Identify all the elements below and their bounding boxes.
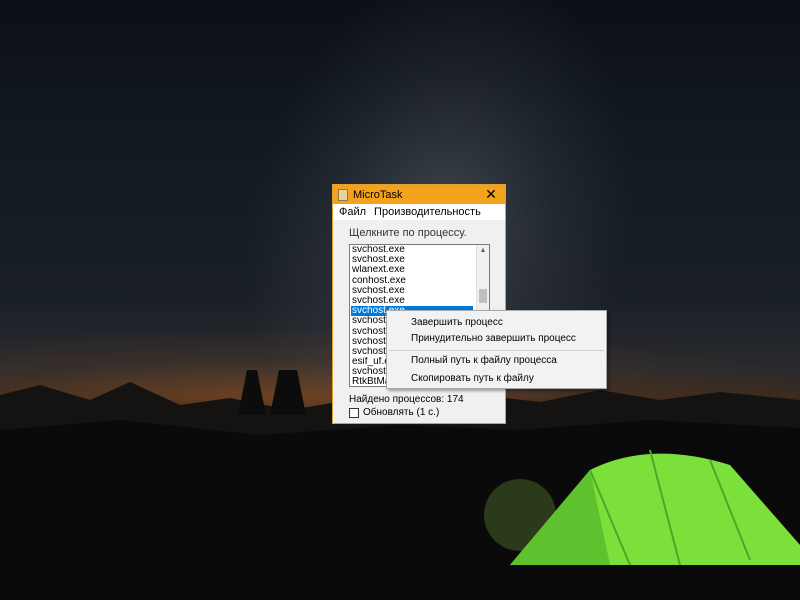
menu-file[interactable]: Файл — [335, 206, 370, 218]
tent-illustration — [484, 449, 800, 566]
process-item[interactable]: svchost.exe — [351, 286, 473, 296]
process-item[interactable]: svchost.exe — [351, 245, 473, 255]
scrollbar-thumb[interactable] — [479, 289, 487, 303]
process-count: Найдено процессов: 174 — [349, 394, 464, 405]
process-item[interactable]: svchost.exe — [351, 255, 473, 265]
menu-item-end-process[interactable]: Завершить процесс — [411, 317, 503, 328]
menu-item-force-end-process[interactable]: Принудительно завершить процесс — [411, 333, 576, 344]
window-title: MicroTask — [353, 188, 403, 201]
refresh-label[interactable]: Обновлять (1 с.) — [363, 407, 439, 418]
close-button[interactable]: ✕ — [477, 185, 505, 204]
chevron-up-icon[interactable]: ▲ — [477, 245, 489, 257]
menu-item-copy-path[interactable]: Скопировать путь к файлу — [411, 373, 534, 384]
close-icon: ✕ — [485, 186, 497, 202]
process-item[interactable]: svchost.exe — [351, 296, 473, 306]
process-item[interactable]: conhost.exe — [351, 276, 473, 286]
menu-performance[interactable]: Производительность — [370, 206, 485, 218]
menu-item-full-path[interactable]: Полный путь к файлу процесса — [411, 355, 557, 366]
hint-label: Щелкните по процессу. — [349, 227, 467, 239]
app-icon — [338, 188, 348, 201]
refresh-checkbox[interactable] — [349, 407, 359, 418]
process-context-menu: Завершить процесс Принудительно завершит… — [386, 310, 607, 389]
process-item[interactable]: wlanext.exe — [351, 265, 473, 275]
menu-bar: Файл Производительность — [333, 204, 505, 220]
menu-separator — [389, 350, 604, 351]
refresh-checkbox-row[interactable]: Обновлять (1 с.) — [349, 407, 439, 418]
title-bar[interactable]: MicroTask ✕ — [333, 185, 505, 204]
